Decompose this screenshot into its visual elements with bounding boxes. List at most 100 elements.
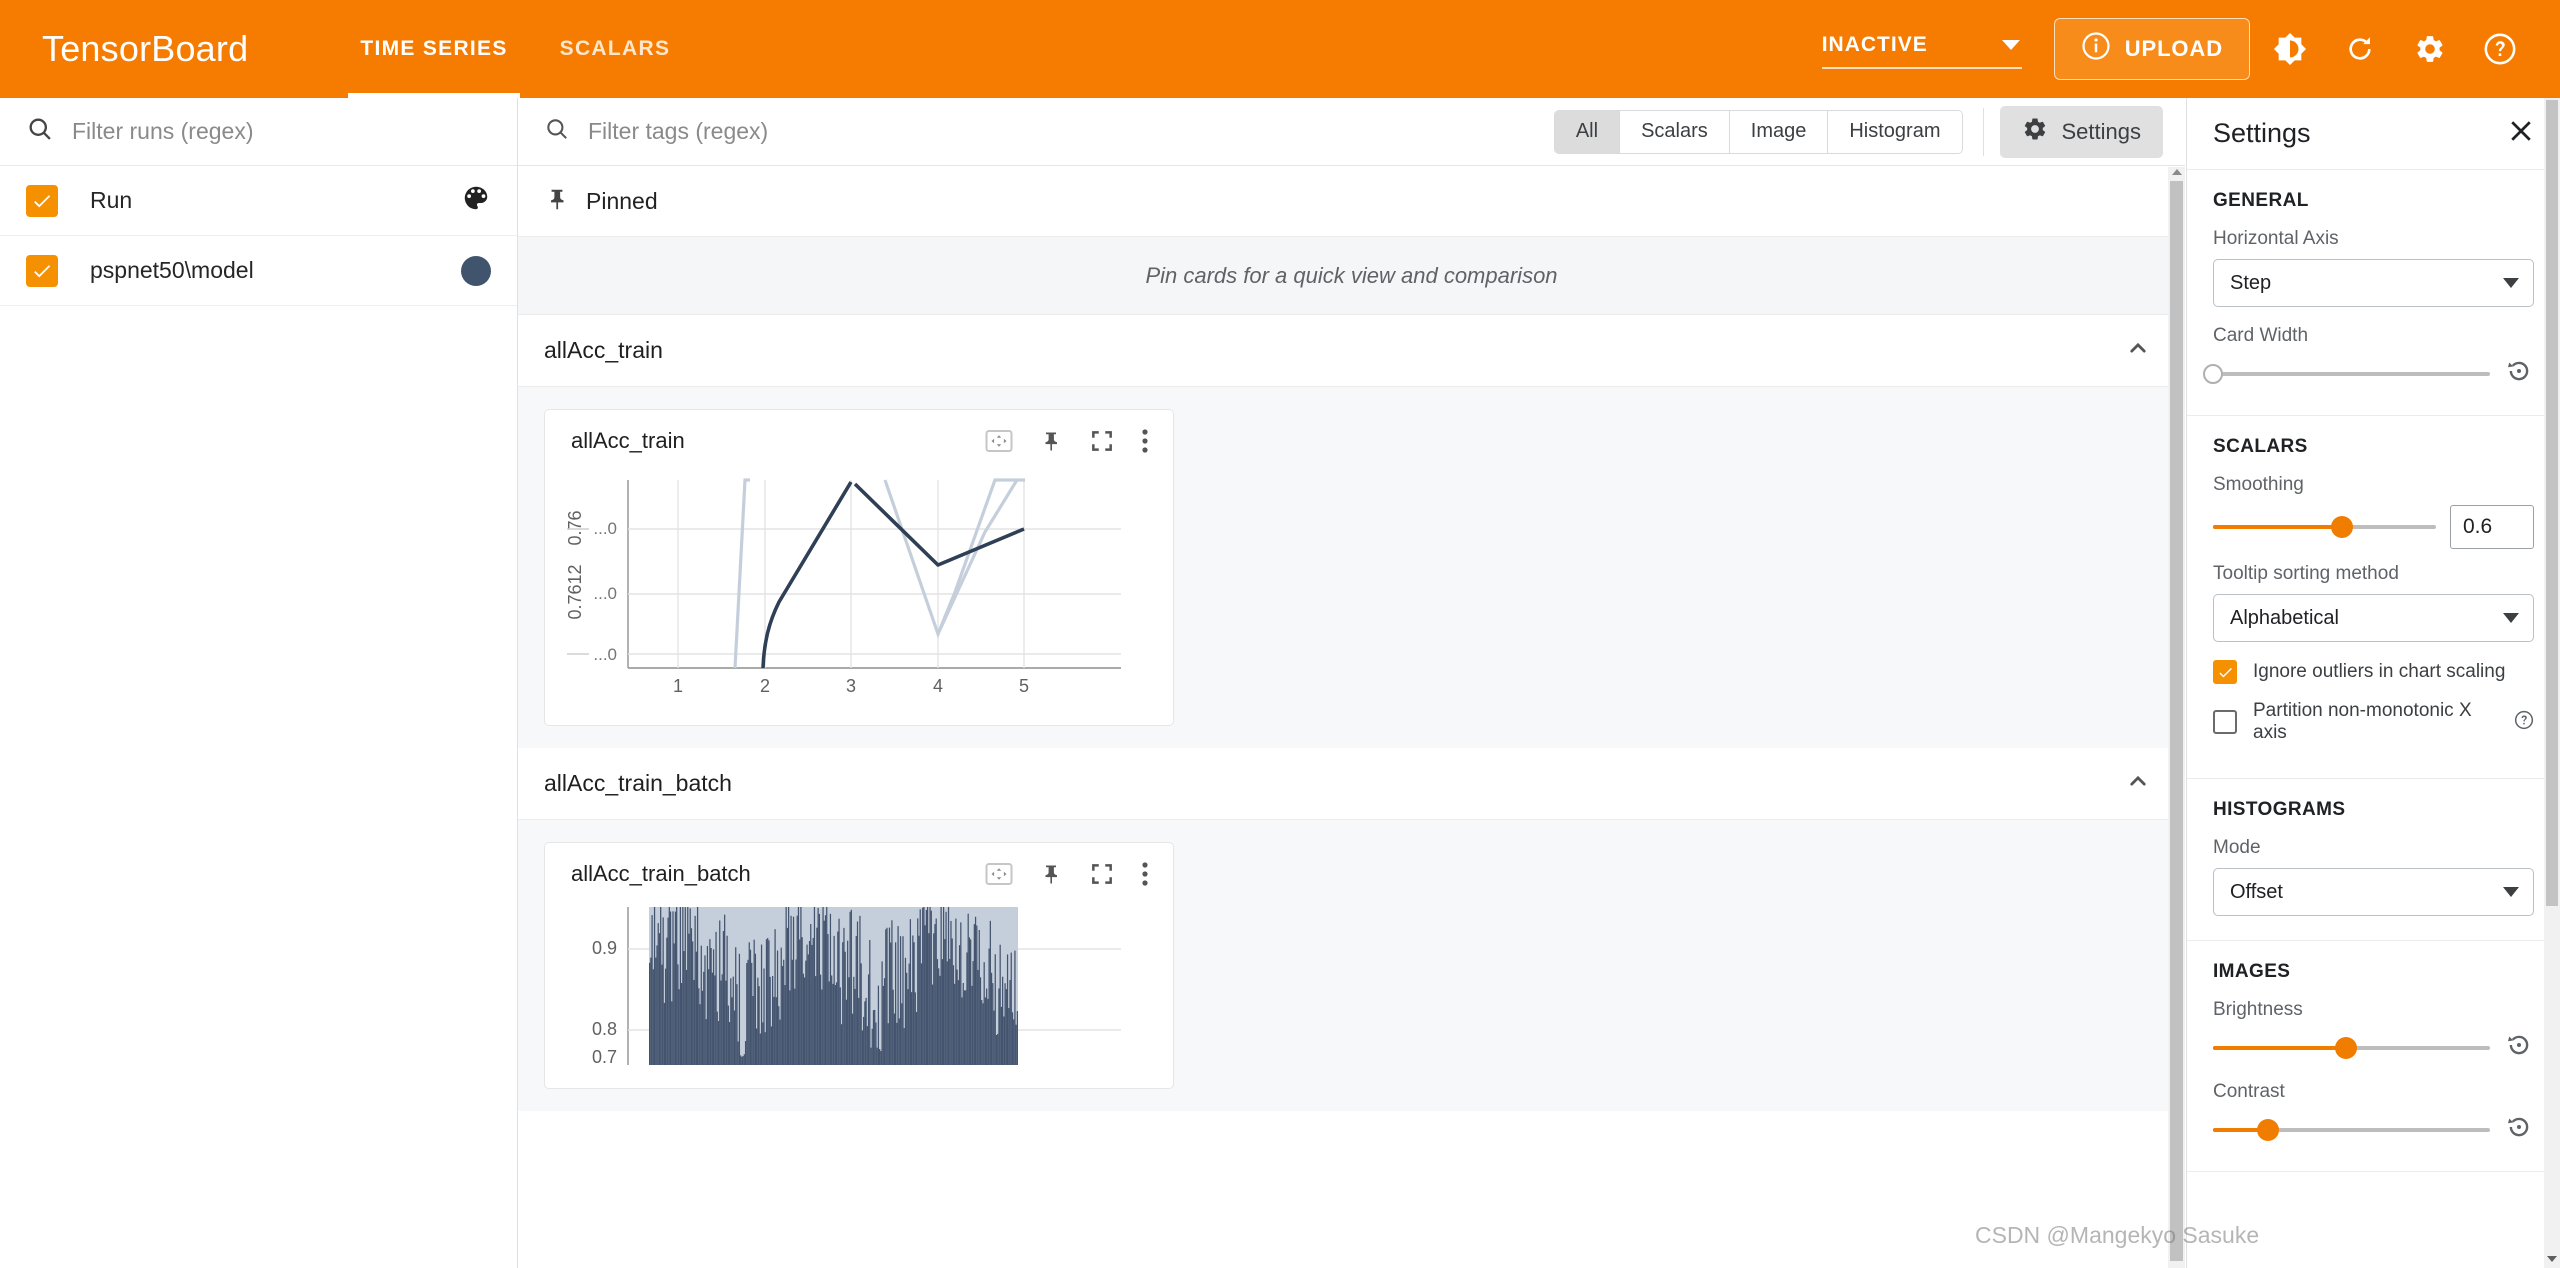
- data-table-icon[interactable]: [985, 429, 1013, 453]
- slider-knob[interactable]: [2203, 363, 2223, 384]
- palette-icon[interactable]: [461, 183, 491, 218]
- histogram-mode-select[interactable]: Offset: [2213, 868, 2534, 916]
- reset-icon[interactable]: [2504, 1030, 2534, 1065]
- scroll-down-arrow-icon[interactable]: [2547, 1256, 2557, 1262]
- chevron-down-icon: [2001, 40, 2020, 50]
- tooltip-sorting-value: Alphabetical: [2230, 606, 2339, 629]
- brightness-icon[interactable]: [2260, 19, 2320, 79]
- pin-icon: [544, 186, 570, 217]
- run-status-select[interactable]: INACTIVE: [1821, 29, 2022, 69]
- settings-button[interactable]: Settings: [1999, 105, 2163, 158]
- color-swatch[interactable]: [461, 255, 491, 286]
- pinned-label: Pinned: [586, 188, 658, 214]
- chart-plot-allacc-train-batch[interactable]: 0.9 0.8 0.7: [545, 905, 1173, 1088]
- brightness-label: Brightness: [2213, 999, 2303, 1020]
- help-icon[interactable]: [2470, 19, 2530, 79]
- svg-text:4: 4: [933, 676, 943, 696]
- toggle-histogram[interactable]: Histogram: [1828, 110, 1962, 153]
- horizontal-axis-value: Step: [2230, 271, 2272, 294]
- chart-card-header: allAcc_train_batch: [545, 843, 1173, 905]
- gear-icon: [2022, 116, 2048, 148]
- app-bar-actions: INACTIVE UPLOAD: [1821, 18, 2560, 80]
- chevron-up-icon[interactable]: [2123, 766, 2153, 801]
- svg-text:1: 1: [673, 676, 683, 696]
- toggle-image[interactable]: Image: [1729, 110, 1829, 153]
- search-icon: [26, 115, 54, 148]
- main-nav-tabs: TIME SERIES SCALARS: [334, 0, 696, 98]
- fullscreen-icon[interactable]: [1089, 861, 1115, 887]
- tooltip-sorting-select[interactable]: Alphabetical: [2213, 594, 2534, 642]
- run-item-label: pspnet50\model: [90, 257, 254, 283]
- brightness-slider[interactable]: [2213, 1036, 2490, 1059]
- slider-knob[interactable]: [2331, 516, 2354, 538]
- pin-icon[interactable]: [1039, 861, 1063, 887]
- tab-scalars[interactable]: SCALARS: [534, 0, 697, 98]
- main-scrollbar[interactable]: [2168, 167, 2185, 1268]
- settings-scrollbar[interactable]: [2544, 98, 2560, 1268]
- contrast-slider-row: [2213, 1112, 2534, 1147]
- smoothing-slider[interactable]: [2213, 516, 2436, 538]
- fullscreen-icon[interactable]: [1089, 428, 1115, 454]
- chevron-up-icon[interactable]: [2123, 333, 2153, 368]
- slider-knob[interactable]: [2257, 1118, 2280, 1141]
- cards-scroll-area[interactable]: Pinned Pin cards for a quick view and co…: [518, 167, 2185, 1268]
- run-checkbox[interactable]: [26, 254, 58, 287]
- help-icon[interactable]: [2514, 710, 2534, 735]
- scroll-up-arrow-icon[interactable]: [2171, 169, 2182, 175]
- slider-knob[interactable]: [2334, 1036, 2357, 1059]
- svg-text:...0: ...0: [593, 645, 617, 664]
- settings-section-images: IMAGES Brightness Contrast: [2187, 941, 2560, 1172]
- settings-section-general: GENERAL Horizontal Axis Step Card Width: [2187, 170, 2560, 416]
- run-item-color: [461, 255, 491, 286]
- run-header-actions: [461, 183, 491, 218]
- reset-icon[interactable]: [2504, 1112, 2534, 1147]
- slider-track: [2213, 371, 2490, 376]
- run-list-item-header[interactable]: Run: [0, 166, 517, 236]
- slider-fill: [2213, 525, 2343, 529]
- brightness-slider-row: [2213, 1030, 2534, 1065]
- tag-filter-bar: All Scalars Image Histogram Settings: [518, 98, 2185, 166]
- ignore-outliers-row[interactable]: Ignore outliers in chart scaling: [2213, 660, 2534, 684]
- group-header-allacc-train-batch[interactable]: allAcc_train_batch: [518, 748, 2185, 820]
- card-width-slider[interactable]: [2203, 363, 2490, 384]
- partition-x-axis-row[interactable]: Partition non-monotonic X axis: [2213, 700, 2534, 744]
- chart-plot-allacc-train[interactable]: 0.76 0.7612 ...0 ...0 ...0 1 2 3 4 5: [545, 472, 1173, 725]
- run-filter-input[interactable]: [72, 118, 491, 145]
- settings-panel: Settings GENERAL Horizontal Axis Step Ca…: [2186, 98, 2560, 1268]
- run-list-item[interactable]: pspnet50\model: [0, 236, 517, 306]
- contrast-slider[interactable]: [2213, 1118, 2490, 1141]
- pin-icon[interactable]: [1039, 428, 1063, 454]
- tag-filter-input[interactable]: [588, 118, 1554, 145]
- group-header-allacc-train[interactable]: allAcc_train: [518, 315, 2185, 387]
- run-status-label: INACTIVE: [1821, 33, 1928, 56]
- horizontal-axis-label: Horizontal Axis: [2213, 228, 2339, 249]
- chart-card-actions: [985, 860, 1149, 888]
- chevron-down-icon: [2503, 613, 2519, 623]
- close-icon[interactable]: [2506, 116, 2536, 151]
- general-heading: GENERAL: [2213, 190, 2309, 211]
- reset-icon[interactable]: [2504, 356, 2534, 391]
- tooltip-sorting-label: Tooltip sorting method: [2213, 563, 2399, 584]
- gear-icon[interactable]: [2400, 19, 2460, 79]
- chevron-down-icon: [2503, 887, 2519, 897]
- svg-text:2: 2: [760, 676, 770, 696]
- data-table-icon[interactable]: [985, 862, 1013, 886]
- reload-icon[interactable]: [2330, 19, 2390, 79]
- histograms-heading: HISTOGRAMS: [2213, 799, 2346, 820]
- ignore-outliers-checkbox[interactable]: [2213, 660, 2237, 684]
- chart-card-allacc-train-batch: allAcc_train_batch 0.9 0.8 0.7: [544, 842, 1174, 1089]
- run-checkbox-all[interactable]: [26, 184, 58, 217]
- tab-time-series[interactable]: TIME SERIES: [334, 0, 533, 98]
- scrollbar-thumb[interactable]: [2546, 100, 2558, 906]
- more-options-icon[interactable]: [1141, 860, 1149, 888]
- smoothing-value-input[interactable]: 0.6: [2450, 505, 2534, 549]
- toggle-scalars[interactable]: Scalars: [1620, 110, 1730, 153]
- contrast-label: Contrast: [2213, 1081, 2285, 1102]
- scrollbar-thumb[interactable]: [2170, 181, 2183, 1261]
- horizontal-axis-select[interactable]: Step: [2213, 259, 2534, 307]
- upload-button[interactable]: UPLOAD: [2053, 18, 2250, 80]
- svg-text:5: 5: [1019, 676, 1029, 696]
- toggle-all[interactable]: All: [1554, 110, 1621, 153]
- partition-x-axis-checkbox[interactable]: [2213, 710, 2237, 734]
- more-options-icon[interactable]: [1141, 427, 1149, 455]
